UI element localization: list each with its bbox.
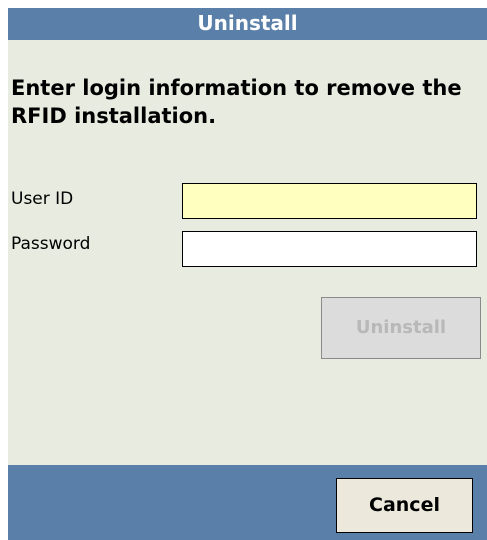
cancel-button[interactable]: Cancel (336, 478, 473, 533)
instruction-message: Enter login information to remove the RF… (11, 76, 462, 128)
user-id-label: User ID (11, 189, 74, 209)
bottom-action-bar: Cancel (8, 465, 487, 540)
window-title: Uninstall (8, 8, 487, 40)
password-input[interactable] (182, 231, 477, 267)
password-label: Password (11, 234, 91, 254)
user-id-input[interactable] (182, 183, 477, 219)
uninstall-dialog: Uninstall Enter login information to rem… (8, 8, 487, 540)
uninstall-button[interactable]: Uninstall (321, 297, 481, 359)
